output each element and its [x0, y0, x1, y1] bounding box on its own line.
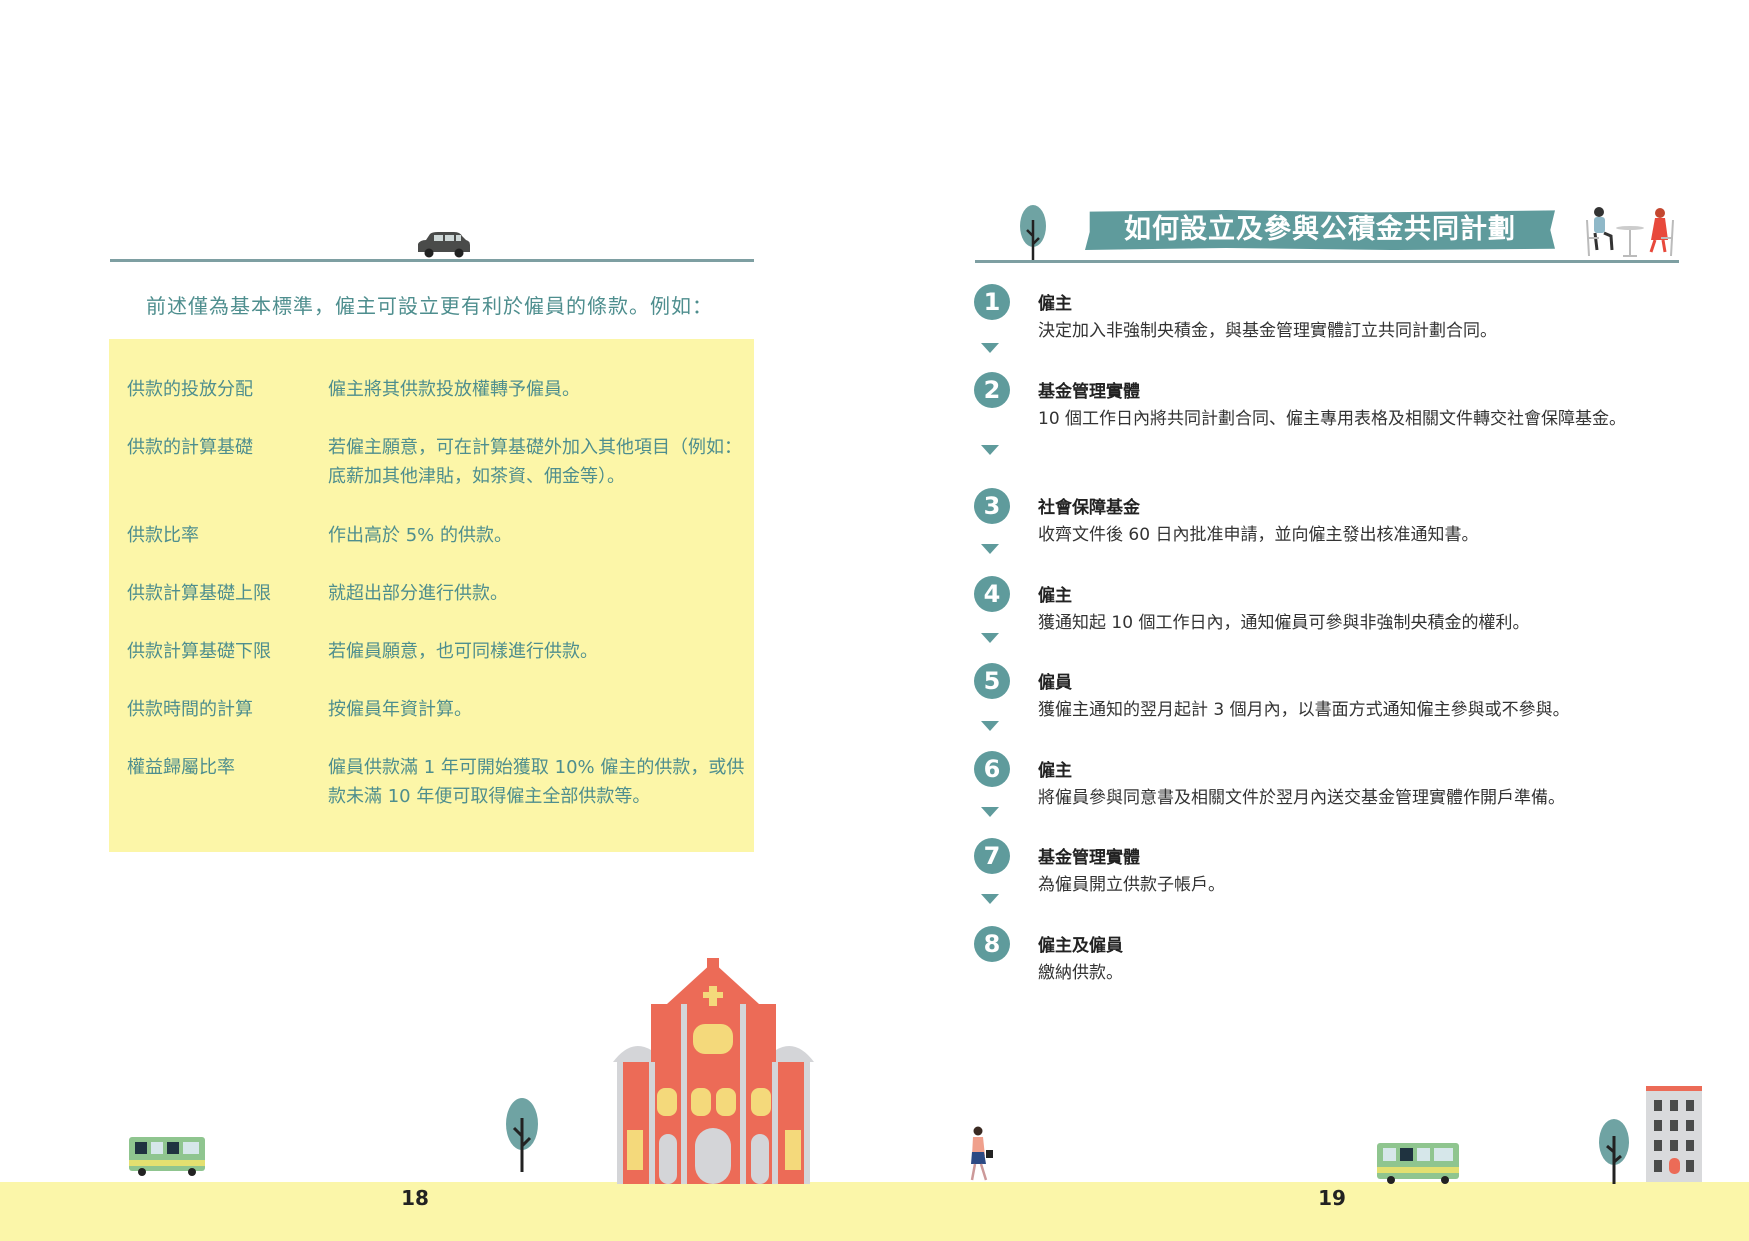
row-value: 僱主將其供款投放權轉予僱員。	[328, 379, 580, 400]
step-desc: 將僱員參與同意書及相關文件於翌月內送交基金管理實體作開戶準備。	[1038, 788, 1565, 808]
step-title: 基金管理實體	[1038, 848, 1140, 868]
step-desc: 收齊文件後 60 日內批准申請，並向僱主發出核准通知書。	[1038, 525, 1479, 545]
down-arrow-icon	[981, 633, 999, 643]
step-title: 僱主	[1038, 294, 1072, 314]
row-value: 作出高於 5% 的供款。	[328, 525, 512, 546]
right-rule	[975, 260, 1679, 263]
step-desc: 10 個工作日內將共同計劃合同、僱主專用表格及相關文件轉交社會保障基金。	[1038, 409, 1627, 429]
step-desc: 獲通知起 10 個工作日內，通知僱員可參與非強制央積金的權利。	[1038, 613, 1530, 633]
step-title: 僱員	[1038, 673, 1072, 693]
step-2: 2 基金管理實體 10 個工作日內將共同計劃合同、僱主專用表格及相關文件轉交社會…	[970, 372, 1670, 472]
tree-icon	[506, 1098, 538, 1172]
step-5: 5 僱員 獲僱主通知的翌月起計 3 個月內，以書面方式通知僱主參與或不參與。	[970, 663, 1670, 733]
step-number: 1	[974, 284, 1010, 320]
intro-text: 前述僅為基本標準，僱主可設立更有利於僱員的條款。例如：	[146, 294, 713, 318]
step-4: 4 僱主 獲通知起 10 個工作日內，通知僱員可參與非強制央積金的權利。	[970, 576, 1670, 646]
step-6: 6 僱主 將僱員參與同意書及相關文件於翌月內送交基金管理實體作開戶準備。	[970, 751, 1670, 821]
walking-woman-icon	[970, 1126, 993, 1181]
car-icon	[418, 232, 470, 258]
step-desc: 為僱員開立供款子帳戶。	[1038, 875, 1225, 895]
step-desc: 決定加入非強制央積金，與基金管理實體訂立共同計劃合同。	[1038, 321, 1497, 341]
down-arrow-icon	[981, 807, 999, 817]
row-label: 供款的計算基礎	[127, 437, 253, 458]
tree-icon	[1599, 1119, 1629, 1184]
step-desc: 繳納供款。	[1038, 963, 1123, 983]
row-value: 就超出部分進行供款。	[328, 583, 508, 604]
page-number-right: 19	[1318, 1186, 1346, 1210]
row-value: 若僱主願意，可在計算基礎外加入其他項目（例如：底薪加其他津貼，如茶資、佣金等）。	[328, 437, 742, 487]
step-number: 8	[974, 926, 1010, 962]
bus-icon	[1377, 1143, 1459, 1184]
cafe-couple-icon	[1586, 207, 1674, 257]
building-icon	[1646, 1086, 1702, 1182]
terms-table: 供款的投放分配 僱主將其供款投放權轉予僱員。 供款的計算基礎 若僱主願意，可在計…	[109, 339, 754, 852]
step-title: 僱主	[1038, 586, 1072, 606]
step-number: 3	[974, 488, 1010, 524]
tree-icon	[1020, 205, 1046, 262]
step-8: 8 僱主及僱員 繳納供款。	[970, 926, 1670, 996]
row-value: 僱員供款滿 1 年可開始獲取 10% 僱主的供款，或供款未滿 10 年便可取得僱…	[328, 757, 745, 807]
left-rule	[110, 259, 754, 262]
step-number: 6	[974, 751, 1010, 787]
ground-strip	[0, 1182, 1749, 1241]
row-label: 供款時間的計算	[127, 699, 253, 720]
page-title: 如何設立及參與公積金共同計劃	[1085, 210, 1555, 250]
row-label: 供款計算基礎上限	[127, 583, 271, 604]
step-title: 僱主	[1038, 761, 1072, 781]
step-desc: 獲僱主通知的翌月起計 3 個月內，以書面方式通知僱主參與或不參與。	[1038, 700, 1570, 720]
step-7: 7 基金管理實體 為僱員開立供款子帳戶。	[970, 838, 1670, 908]
step-number: 5	[974, 663, 1010, 699]
row-label: 供款的投放分配	[127, 379, 253, 400]
page-number-left: 18	[401, 1186, 429, 1210]
row-label: 供款計算基礎下限	[127, 641, 271, 662]
step-number: 2	[974, 372, 1010, 408]
ruins-of-st-paul-icon	[613, 958, 814, 1184]
down-arrow-icon	[981, 445, 999, 455]
down-arrow-icon	[981, 721, 999, 731]
step-number: 7	[974, 838, 1010, 874]
step-number: 4	[974, 576, 1010, 612]
down-arrow-icon	[981, 894, 999, 904]
step-title: 基金管理實體	[1038, 382, 1140, 402]
bus-icon	[129, 1137, 205, 1176]
row-value: 按僱員年資計算。	[328, 699, 472, 720]
step-title: 社會保障基金	[1038, 498, 1140, 518]
step-1: 1 僱主 決定加入非強制央積金，與基金管理實體訂立共同計劃合同。	[970, 284, 1670, 354]
step-title: 僱主及僱員	[1038, 936, 1123, 956]
down-arrow-icon	[981, 544, 999, 554]
row-value: 若僱員願意，也可同樣進行供款。	[328, 641, 598, 662]
row-label: 權益歸屬比率	[127, 757, 235, 778]
step-3: 3 社會保障基金 收齊文件後 60 日內批准申請，並向僱主發出核准通知書。	[970, 488, 1670, 558]
row-label: 供款比率	[127, 525, 199, 546]
down-arrow-icon	[981, 343, 999, 353]
